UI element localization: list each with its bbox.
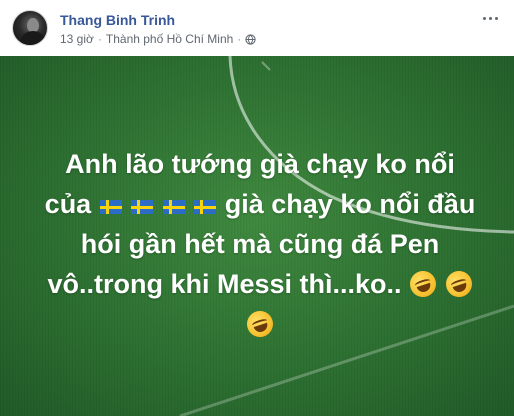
caption-line-3: hói gần hết mà cũng đá Pen: [80, 229, 440, 259]
more-dot: [482, 16, 486, 20]
caption-line-4: vô..trong khi Messi thì...ko..: [30, 264, 490, 304]
caption-line-2: của già chạy ko nổi đầu: [30, 184, 490, 224]
post-time[interactable]: 13 giờ: [60, 32, 94, 46]
avatar[interactable]: [12, 10, 48, 46]
rolling-on-floor-laughing-icon: [406, 267, 440, 301]
post-meta: 13 giờ · Thành phố Hồ Chí Minh ·: [60, 32, 256, 46]
sweden-flag-icon: [99, 200, 122, 214]
caption-line-2-end: già chạy ko nổi đầu: [224, 189, 476, 219]
sweden-flag-icon: [162, 200, 185, 214]
meta-separator-2: ·: [237, 32, 242, 46]
post-header: Thang Binh Trinh 13 giờ · Thành phố Hồ C…: [0, 0, 514, 56]
more-dot: [488, 16, 492, 20]
author-name[interactable]: Thang Binh Trinh: [60, 12, 175, 28]
caption-line-2-start: của: [44, 189, 99, 219]
caption-line-1: Anh lão tướng già chạy ko nổi: [65, 149, 455, 179]
caption-line-4-text: vô..trong khi Messi thì...ko..: [47, 269, 402, 299]
post-image[interactable]: Anh lão tướng già chạy ko nổi của già ch…: [0, 56, 514, 416]
globe-icon[interactable]: [245, 33, 256, 45]
sweden-flag-icon: [131, 200, 154, 214]
rolling-on-floor-laughing-icon: [243, 307, 277, 341]
sweden-flag-icon: [194, 200, 217, 214]
more-dot: [494, 16, 498, 20]
more-options-icon[interactable]: [478, 10, 502, 26]
post-location[interactable]: Thành phố Hồ Chí Minh: [106, 32, 233, 46]
meta-separator: ·: [97, 32, 102, 46]
image-caption: Anh lão tướng già chạy ko nổi của già ch…: [30, 144, 490, 344]
rolling-on-floor-laughing-icon: [442, 267, 475, 301]
caption-line-5: [30, 304, 490, 344]
avatar-body: [21, 31, 45, 45]
